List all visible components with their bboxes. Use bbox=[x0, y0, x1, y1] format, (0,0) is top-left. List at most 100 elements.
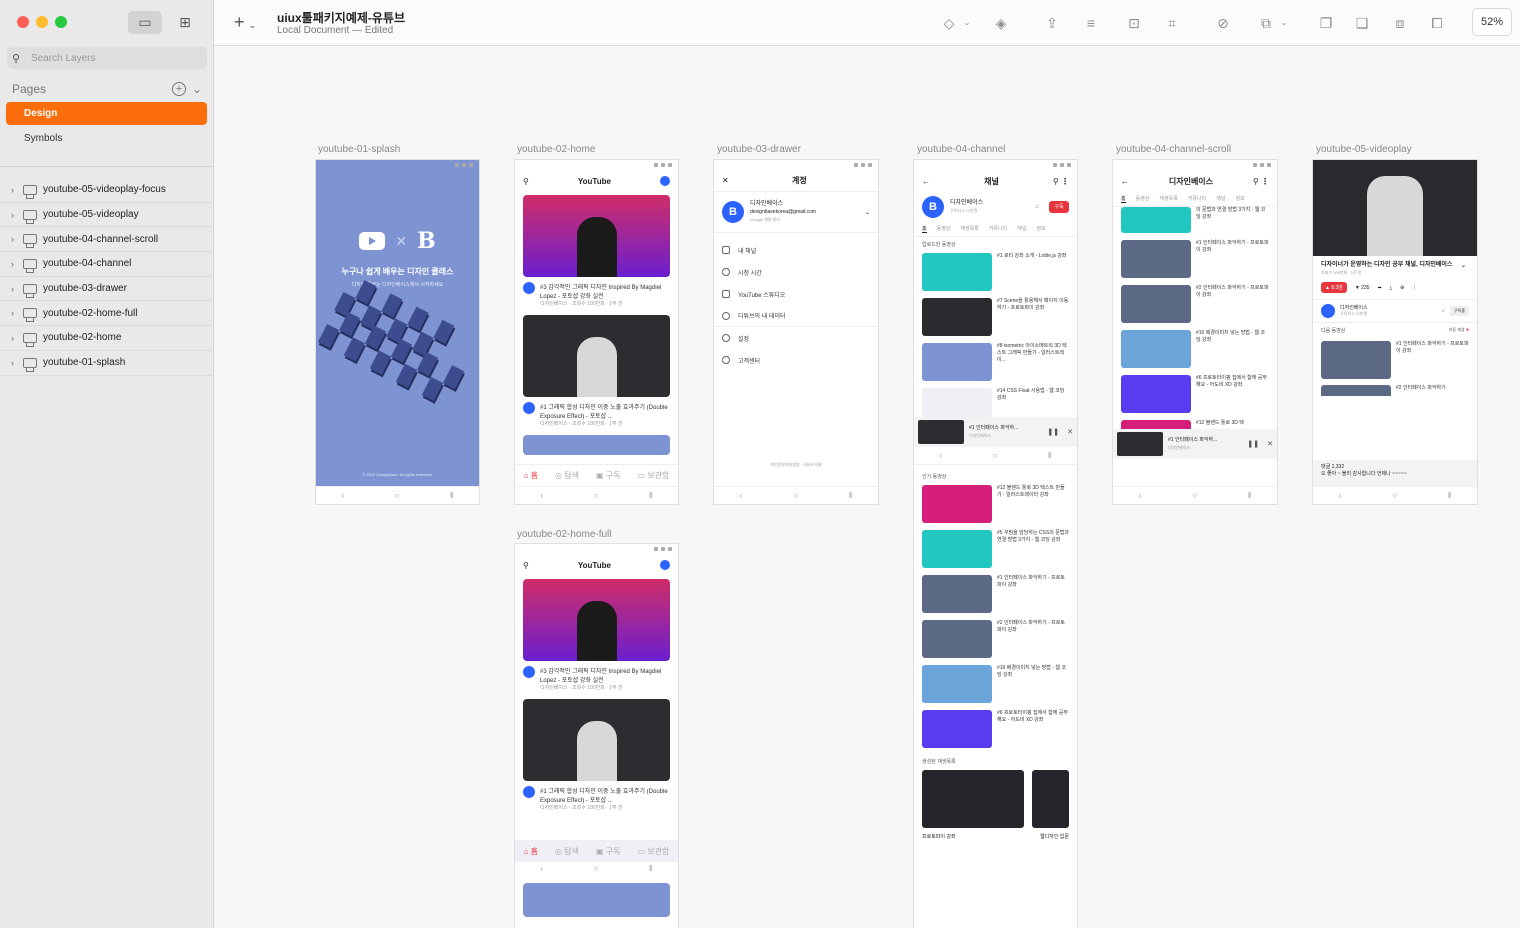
autoplay-toggle[interactable]: ● bbox=[1466, 327, 1469, 333]
tab-subscriptions[interactable]: ▣ 구독 bbox=[596, 470, 621, 481]
subscribed-button[interactable]: 구독중 bbox=[1449, 306, 1469, 316]
search-icon[interactable]: ⚲ bbox=[523, 561, 529, 570]
chevron-down-icon[interactable]: ⌄ bbox=[1275, 14, 1293, 32]
chevron-down-icon[interactable]: ⌄ bbox=[865, 209, 870, 216]
upload-icon[interactable]: ⇪ bbox=[1043, 14, 1061, 32]
artboard-home-full[interactable]: ⚲ YouTube #3 감각적인 그래픽 디자인 Inspired By Ma… bbox=[515, 544, 678, 928]
video-thumbnail[interactable] bbox=[523, 315, 670, 397]
tab-explore[interactable]: ◎ 탐색 bbox=[555, 470, 579, 481]
chevron-right-icon[interactable]: › bbox=[11, 259, 21, 269]
playlist-thumbnail[interactable] bbox=[922, 770, 1024, 828]
avatar[interactable] bbox=[659, 560, 670, 570]
tab-subscriptions[interactable]: ▣ 구독 bbox=[596, 846, 621, 857]
edit-icon[interactable]: ⊘ bbox=[1214, 14, 1232, 32]
video-row[interactable]: #1 로티 강좌 소개 - Lottie.js 강좌 bbox=[914, 250, 1077, 295]
align-icon[interactable]: ≡ bbox=[1082, 14, 1100, 32]
layer-item[interactable]: › youtube-04-channel-scroll bbox=[0, 227, 214, 253]
minimize-window-button[interactable] bbox=[36, 16, 48, 28]
video-row[interactable]: #6 프로토타이핑 집에서 함께 공부해요 - 어도비 XD 강좌 bbox=[1113, 372, 1277, 417]
layer-item[interactable]: › youtube-02-home-full bbox=[0, 301, 214, 327]
layer-item[interactable]: › youtube-02-home bbox=[0, 326, 214, 351]
video-row[interactable]: #16 배경이미지 넣는 방법 - 웹 코딩 강좌 bbox=[1113, 327, 1277, 372]
video-title-row[interactable]: 디자이너가 운영하는 디자인 공부 채널, 디자인베이스 ⌄ bbox=[1313, 256, 1477, 270]
tab-home[interactable]: 홈 bbox=[922, 225, 927, 233]
video-meta[interactable]: #1 그래픽 합성 디자인 이중 노출 효과주기 (Double Exposur… bbox=[515, 784, 678, 813]
tab-playlists[interactable]: 재생목록 bbox=[960, 225, 978, 233]
video-thumbnail[interactable] bbox=[523, 579, 670, 661]
menu-item[interactable]: 설정 bbox=[714, 327, 878, 349]
tab-videos[interactable]: 동영상 bbox=[937, 225, 951, 233]
video-row[interactable]: #6 프로토타이핑 집에서 함께 공부해요 - 어도비 XD 강좌 bbox=[914, 707, 1077, 752]
bell-icon[interactable]: ♫ bbox=[1441, 308, 1445, 314]
canvas[interactable]: youtube-01-splash ✕ B 누구나 쉽게 배우는 디자인 클래스… bbox=[215, 47, 1520, 928]
tab-home[interactable]: ⌂ 홈 bbox=[524, 470, 538, 481]
menu-item[interactable]: 시청 시간 bbox=[714, 261, 878, 283]
account-row[interactable]: B 디자인베이스 designbasekorea@gmail.com Googl… bbox=[714, 192, 878, 233]
chevron-down-icon[interactable]: ⌄ bbox=[192, 82, 202, 96]
bell-icon[interactable]: ♫ bbox=[1035, 204, 1040, 210]
search-icon[interactable]: ⚲ ⋮ bbox=[1253, 177, 1269, 186]
menu-item[interactable]: 고객센터 bbox=[714, 349, 878, 371]
pause-icon[interactable]: ❚❚ bbox=[1047, 428, 1059, 436]
crop-icon[interactable]: ⌗ bbox=[1163, 14, 1181, 32]
pause-icon[interactable]: ❚❚ bbox=[1247, 440, 1259, 448]
artboard-home[interactable]: ⚲ YouTube #3 감각적인 그래픽 디자인 Inspired By Ma… bbox=[515, 160, 678, 504]
download-icon[interactable]: ⤓ bbox=[1390, 285, 1392, 291]
chevron-down-icon[interactable]: ⌄ bbox=[1460, 256, 1474, 270]
search-layers[interactable]: ⚲ Search Layers bbox=[7, 47, 207, 69]
video-row[interactable]: #1 인터페이스 파악하기 - 프로토파이 강좌 bbox=[1313, 338, 1477, 382]
layer-item[interactable]: › youtube-04-channel bbox=[0, 252, 214, 277]
difference-icon[interactable]: ⧠ bbox=[1428, 14, 1446, 32]
artboard-label[interactable]: youtube-03-drawer bbox=[717, 144, 801, 155]
like-button[interactable]: ▲ 8.3만 bbox=[1321, 282, 1347, 293]
video-meta[interactable]: #1 그래픽 합성 디자인 이중 노출 효과주기 (Double Exposur… bbox=[515, 400, 678, 429]
intersect-icon[interactable]: ⧈ bbox=[1391, 14, 1409, 32]
chevron-right-icon[interactable]: › bbox=[11, 333, 21, 343]
menu-item[interactable]: YouTube 스튜디오 bbox=[714, 283, 878, 305]
tab-explore[interactable]: ◎ 탐색 bbox=[555, 846, 579, 857]
union-icon[interactable]: ❐ bbox=[1317, 14, 1335, 32]
chevron-right-icon[interactable]: › bbox=[11, 234, 21, 244]
video-row[interactable]: #2 인터페이스 파악하기 - 프로토파이 강좌 bbox=[914, 617, 1077, 662]
subtract-icon[interactable]: ❏ bbox=[1353, 14, 1371, 32]
symbol-icon[interactable]: ◈ bbox=[992, 14, 1010, 32]
video-thumbnail[interactable] bbox=[523, 883, 670, 917]
close-icon[interactable]: ✕ bbox=[1267, 440, 1273, 448]
artboard-label[interactable]: youtube-05-videoplay bbox=[1316, 144, 1412, 155]
artboard-label[interactable]: youtube-01-splash bbox=[318, 144, 400, 155]
artboard-videoplay[interactable]: 디자이너가 운영하는 디자인 공부 채널, 디자인베이스 ⌄ 조회수 100만회… bbox=[1313, 160, 1477, 504]
close-window-button[interactable] bbox=[17, 16, 29, 28]
video-meta[interactable]: #3 감각적인 그래픽 디자인 Inspired By Magdiel Lope… bbox=[515, 280, 678, 309]
video-row[interactable]: #12 블렌드 툴로 3D 텍 bbox=[1113, 417, 1277, 429]
insert-button[interactable]: + ⌄ bbox=[234, 12, 256, 33]
layer-item[interactable]: › youtube-01-splash bbox=[0, 351, 214, 376]
tab-home[interactable]: ⌂ 홈 bbox=[524, 846, 538, 857]
artboard-label[interactable]: youtube-02-home-full bbox=[517, 529, 612, 540]
chevron-down-icon[interactable]: ⌄ bbox=[958, 14, 976, 32]
video-row[interactable]: #5 꾸밈을 담당하는 CSS의 문법과 연결 방법 3가지 - 웹 코딩 강좌 bbox=[914, 527, 1077, 572]
tab-library[interactable]: ▭ 보관함 bbox=[638, 470, 670, 481]
video-row[interactable]: #12 블렌드 툴로 3D 텍스트 만들기 - 일러스트레이터 강좌 bbox=[914, 482, 1077, 527]
tab-about[interactable]: 정보 bbox=[1036, 225, 1045, 233]
layer-item[interactable]: › youtube-03-drawer bbox=[0, 277, 214, 302]
tab-community[interactable]: 커뮤니티 bbox=[989, 225, 1007, 233]
artboard-label[interactable]: youtube-02-home bbox=[517, 144, 595, 155]
mini-player[interactable]: #1 인터페이스 파악하... 디자인베이스 ❚❚ ✕ bbox=[914, 417, 1077, 447]
more-icon[interactable]: ⋮ bbox=[1412, 285, 1417, 291]
search-icon[interactable]: ⚲ bbox=[523, 177, 529, 186]
video-thumbnail[interactable] bbox=[523, 195, 670, 277]
channel-row[interactable]: 디자인베이스 구독자 3.71만명 ♫ 구독중 bbox=[1313, 299, 1477, 323]
comments-preview[interactable]: 댓글 1,332 오 좋아 ~ 블리 감사합니다 언제나 ~~~~~ bbox=[1313, 460, 1477, 486]
video-row[interactable]: #8 isometric 아이소메트릭 3D 텍스트 그래픽 만들기 - 일러스… bbox=[914, 340, 1077, 385]
search-input[interactable]: Search Layers bbox=[31, 53, 95, 64]
video-row[interactable]: #1 인터페이스 파악하기 - 프로토파이 강좌 bbox=[1113, 237, 1277, 282]
close-icon[interactable]: ✕ bbox=[1067, 428, 1073, 436]
artboard-channel-scroll[interactable]: ← 디자인베이스 ⚲ ⋮ 홈 동영상 재생목록 커뮤니티 채널 정보 의 문법과… bbox=[1113, 160, 1277, 504]
video-meta[interactable]: #3 감각적인 그래픽 디자인 Inspired By Magdiel Lope… bbox=[515, 664, 678, 693]
video-thumbnail[interactable] bbox=[523, 699, 670, 781]
grid-view-icon[interactable]: ⊞ bbox=[168, 11, 202, 34]
frame-icon[interactable]: ⊡ bbox=[1125, 14, 1143, 32]
artboard-label[interactable]: youtube-04-channel bbox=[917, 144, 1005, 155]
video-thumbnail[interactable] bbox=[523, 435, 670, 455]
tab-library[interactable]: ▭ 보관함 bbox=[638, 846, 670, 857]
